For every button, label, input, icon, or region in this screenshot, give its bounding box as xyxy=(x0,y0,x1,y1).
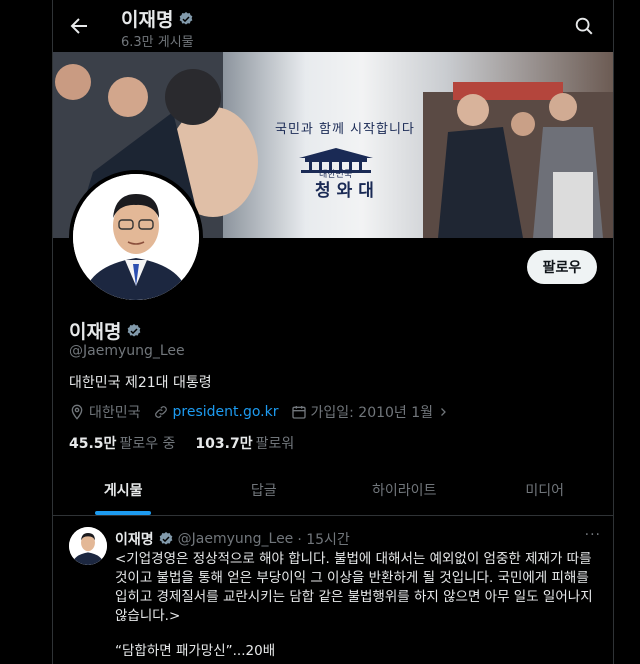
followers-label: 팔로워 xyxy=(255,436,295,452)
location-text: 대한민국 xyxy=(89,405,141,421)
tweet-author-handle[interactable]: @Jaemyung_Lee xyxy=(178,531,294,547)
tab-replies[interactable]: 답글 xyxy=(194,468,335,515)
chevron-right-icon xyxy=(441,408,446,416)
tweet-item[interactable]: 이재명 @Jaemyung_Lee · 15시간 ··· <기업경영은 정상적으… xyxy=(53,517,613,664)
tweet-header: 이재명 @Jaemyung_Lee · 15시간 xyxy=(115,529,350,549)
search-icon[interactable] xyxy=(573,15,595,37)
verified-badge-icon xyxy=(159,532,172,545)
more-options-icon[interactable]: ··· xyxy=(585,527,601,543)
website-item: president.go.kr xyxy=(153,404,279,420)
tweet-quote-text: “담합하면 패가망신”...20배 xyxy=(115,643,276,659)
tab-replies-label: 답글 xyxy=(250,483,277,499)
calendar-icon xyxy=(291,406,306,419)
location-pin-icon xyxy=(71,404,83,420)
verified-badge-icon xyxy=(180,11,193,25)
verified-badge-icon[interactable] xyxy=(126,323,142,339)
joined-text: 가입일: 2010년 1월 xyxy=(310,405,434,421)
tab-posts[interactable]: 게시물 xyxy=(53,468,194,515)
banner-slogan: 국민과 함께 시작합니다 xyxy=(275,122,415,137)
followers-stat[interactable]: 103.7만 팔로워 xyxy=(195,433,294,453)
profile-stats: 45.5만 팔로우 중 103.7만 팔로워 xyxy=(69,433,294,453)
tab-posts-label: 게시물 xyxy=(103,483,143,499)
tweet-text: <기업경영은 정상적으로 해야 합니다. 불법에 대해서는 예외없이 엄중한 제… xyxy=(115,551,593,624)
top-bar: 이재명 6.3만 게시물 xyxy=(53,0,613,52)
header-name-text: 이재명 xyxy=(121,9,174,31)
followers-count: 103.7만 xyxy=(195,436,253,452)
profile-tabs: 게시물 답글 하이라이트 미디어 xyxy=(53,468,614,516)
joined-item[interactable]: 가입일: 2010년 1월 xyxy=(291,402,450,422)
following-stat[interactable]: 45.5만 팔로우 중 xyxy=(69,433,175,453)
profile-avatar[interactable] xyxy=(69,170,203,304)
profile-meta: 대한민국 president.go.kr 가입일: 2010년 1월 xyxy=(69,402,461,422)
avatar-portrait-image xyxy=(73,174,199,300)
website-link[interactable]: president.go.kr xyxy=(173,404,279,420)
link-icon xyxy=(154,406,167,418)
profile-bio: 대한민국 제21대 대통령 xyxy=(69,375,212,391)
tweet-avatar[interactable] xyxy=(69,527,107,565)
profile-name: 이재명 xyxy=(69,317,142,344)
banner-logo-title: 청와대 xyxy=(315,181,380,201)
tweet-author-name[interactable]: 이재명 xyxy=(115,529,154,549)
back-arrow-icon[interactable] xyxy=(67,14,91,38)
profile-handle: @Jaemyung_Lee xyxy=(69,343,185,359)
tweet-avatar-image xyxy=(69,527,107,565)
tab-media[interactable]: 미디어 xyxy=(475,468,614,515)
tab-highlights-label: 하이라이트 xyxy=(372,483,437,499)
header-post-count: 6.3만 게시물 xyxy=(121,35,194,50)
profile-name-text: 이재명 xyxy=(69,321,122,343)
tweet-timestamp[interactable]: · 15시간 xyxy=(297,529,349,549)
follow-button[interactable]: 팔로우 xyxy=(527,250,597,284)
location-item: 대한민국 xyxy=(69,402,141,422)
following-label: 팔로우 중 xyxy=(119,436,176,452)
following-count: 45.5만 xyxy=(69,436,117,452)
tab-media-label: 미디어 xyxy=(525,483,565,499)
tab-highlights[interactable]: 하이라이트 xyxy=(334,468,475,515)
header-name: 이재명 xyxy=(121,5,194,32)
active-tab-indicator xyxy=(95,511,152,515)
profile-column: 이재명 6.3만 게시물 국민과 함께 시작합니다 대한민국 청와대 팔로우 이… xyxy=(52,0,614,664)
